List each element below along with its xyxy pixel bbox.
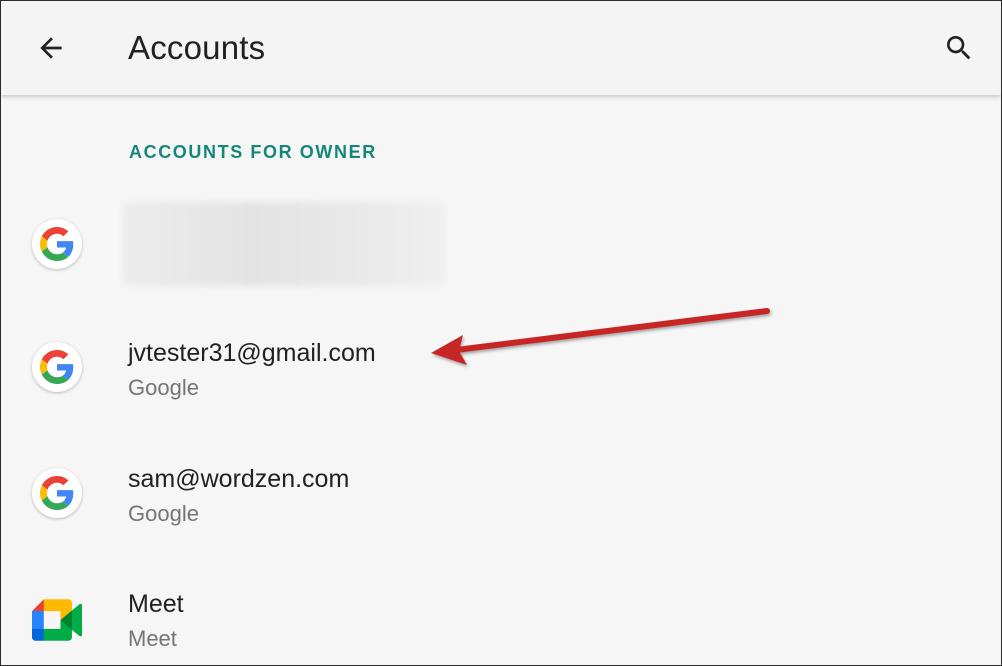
accounts-list: ACCOUNTS FOR OWNER jvtester31@gmail.com … — [1, 97, 1001, 665]
account-name: Meet — [128, 590, 184, 618]
google-g-icon — [32, 219, 82, 269]
google-g-icon — [32, 468, 82, 518]
page-title: Accounts — [128, 29, 266, 66]
section-header: ACCOUNTS FOR OWNER — [129, 142, 377, 162]
account-row-redacted[interactable] — [1, 196, 1001, 316]
app-bar: Accounts — [1, 1, 1001, 95]
arrow-back-icon — [40, 37, 62, 59]
redacted-account-info — [123, 202, 445, 286]
account-row-sam[interactable]: sam@wordzen.com Google — [1, 442, 1001, 562]
search-button[interactable] — [937, 26, 981, 70]
account-row-meet[interactable]: Meet Meet — [1, 569, 1001, 665]
account-type: Meet — [128, 626, 177, 651]
account-row-jvtester31[interactable]: jvtester31@gmail.com Google — [1, 316, 1001, 436]
account-type: Google — [128, 375, 199, 400]
settings-screen: Accounts ACCOUNTS FOR OWNER jvtester31@g… — [0, 0, 1002, 666]
back-button[interactable] — [29, 26, 73, 70]
google-meet-icon — [32, 595, 82, 645]
account-type: Google — [128, 501, 199, 526]
google-g-icon — [32, 342, 82, 392]
account-email: sam@wordzen.com — [128, 465, 350, 493]
account-email: jvtester31@gmail.com — [128, 339, 376, 367]
search-icon — [947, 36, 971, 60]
